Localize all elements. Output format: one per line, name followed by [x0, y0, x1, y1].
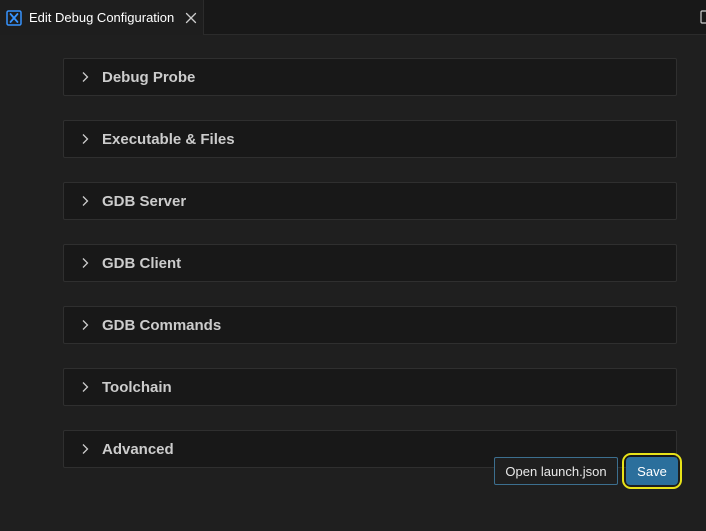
editor-tab-bar: Edit Debug Configuration	[0, 0, 706, 35]
section-debug-probe[interactable]: Debug Probe	[63, 58, 677, 96]
section-label: Advanced	[102, 440, 174, 458]
tab-edit-debug-configuration[interactable]: Edit Debug Configuration	[0, 0, 204, 35]
section-label: Debug Probe	[102, 68, 196, 86]
split-editor-icon[interactable]	[700, 10, 706, 24]
chevron-right-icon	[77, 69, 93, 85]
close-icon[interactable]	[183, 10, 199, 26]
chevron-right-icon	[77, 193, 93, 209]
chevron-right-icon	[77, 317, 93, 333]
chevron-right-icon	[77, 255, 93, 271]
section-label: Executable & Files	[102, 130, 235, 148]
chevron-right-icon	[77, 441, 93, 457]
chevron-right-icon	[77, 131, 93, 147]
section-toolchain[interactable]: Toolchain	[63, 368, 677, 406]
section-gdb-server[interactable]: GDB Server	[63, 182, 677, 220]
section-gdb-commands[interactable]: GDB Commands	[63, 306, 677, 344]
tab-title: Edit Debug Configuration	[29, 10, 175, 25]
section-label: GDB Client	[102, 254, 182, 272]
debug-config-x-icon	[6, 9, 22, 26]
chevron-right-icon	[77, 379, 93, 395]
section-label: GDB Commands	[102, 316, 222, 334]
section-label: GDB Server	[102, 192, 187, 210]
section-executable-files[interactable]: Executable & Files	[63, 120, 677, 158]
save-button[interactable]: Save	[626, 457, 678, 485]
open-launch-json-button[interactable]: Open launch.json	[494, 457, 618, 485]
section-gdb-client[interactable]: GDB Client	[63, 244, 677, 282]
section-label: Toolchain	[102, 378, 172, 396]
